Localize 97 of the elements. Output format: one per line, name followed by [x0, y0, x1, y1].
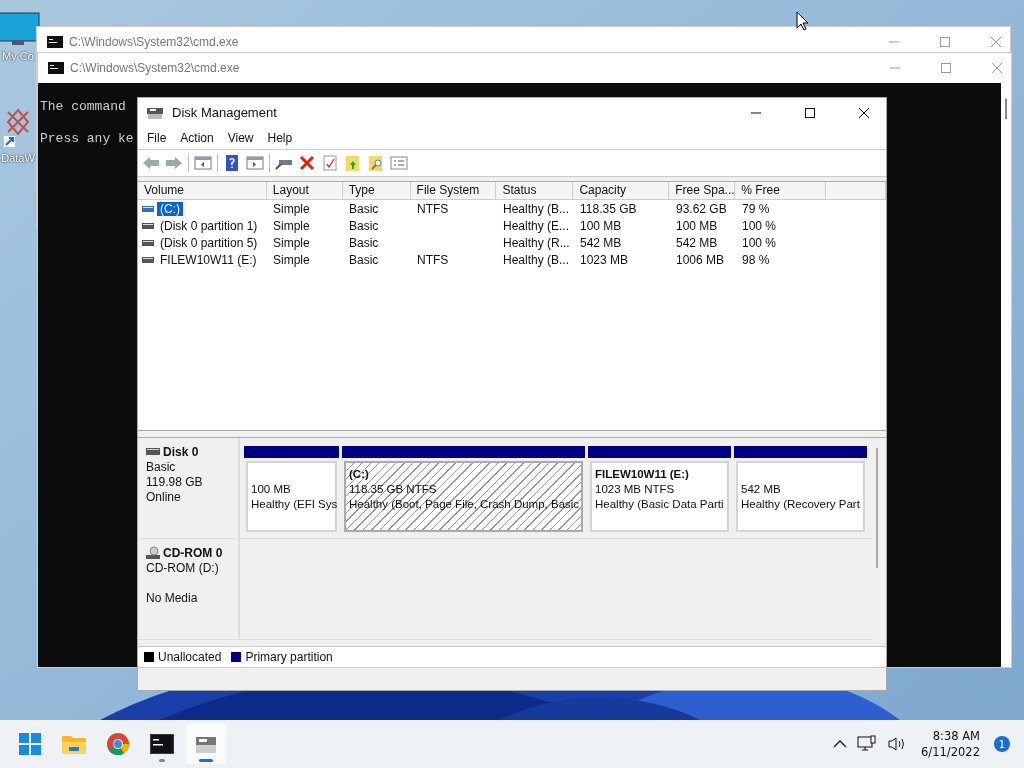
console-icon — [48, 62, 64, 74]
table-cell[interactable]: (Disk 0 partition 5) — [157, 235, 261, 250]
table-cell[interactable]: FILEW10W11 (E:) — [157, 252, 260, 267]
column-header[interactable]: Capacity — [573, 182, 670, 199]
panel-icon[interactable] — [246, 155, 264, 171]
table-cell: 93.62 GB — [676, 201, 727, 216]
legend-label: Unallocated — [158, 650, 222, 664]
partition-status: Healthy (EFI Sys — [251, 498, 338, 510]
partition-size: 1023 MB NTFS — [595, 483, 675, 495]
table-cell: 100 MB — [676, 218, 718, 233]
partition-label: (C:) — [349, 468, 369, 480]
back-arrow-icon[interactable] — [142, 155, 160, 171]
partition-status: Healthy (Basic Data Parti — [595, 498, 724, 510]
column-header[interactable]: File System — [410, 182, 497, 199]
table-cell: 100 % — [742, 218, 777, 233]
clock-time: 8:38 AM — [932, 728, 980, 744]
table-cell: 100 MB — [580, 218, 622, 233]
partition-label: FILEW10W11 (E:) — [595, 468, 689, 480]
menu-item[interactable]: Action — [173, 131, 221, 145]
table-cell: 542 MB — [580, 235, 622, 250]
console-line: The command — [40, 99, 126, 114]
browser-icon[interactable] — [106, 732, 130, 756]
disk-name: CD-ROM 0 — [163, 546, 223, 560]
monitor-icon[interactable] — [0, 12, 40, 46]
menu-item[interactable]: File — [140, 131, 174, 145]
table-cell: Basic — [349, 201, 379, 216]
drive-icon — [146, 105, 164, 120]
partition-size: 100 MB — [251, 483, 291, 495]
column-header[interactable]: Type — [342, 182, 411, 199]
table-cell: Healthy (E... — [503, 218, 570, 233]
table-cell: 118.35 GB — [580, 201, 637, 216]
console-icon[interactable] — [150, 734, 174, 754]
volume-icon — [142, 205, 154, 212]
window-title: C:\Windows\System32\cmd.exe — [69, 35, 239, 49]
menu-item[interactable]: View — [220, 131, 261, 145]
table-cell: 79 % — [742, 201, 770, 216]
volume-icon — [142, 239, 154, 246]
disk-detail: No Media — [146, 591, 198, 605]
notification-badge[interactable]: 1 — [994, 736, 1010, 752]
disc-drive-icon — [146, 546, 160, 560]
network-icon[interactable] — [857, 735, 878, 753]
table-cell: 100 % — [742, 235, 777, 250]
table-cell: Healthy (R... — [503, 235, 570, 250]
disk-detail: Online — [146, 490, 181, 504]
disk-detail: CD-ROM (D:) — [146, 561, 219, 575]
table-cell: Simple — [273, 218, 310, 233]
checklist-icon[interactable] — [321, 155, 339, 171]
table-cell[interactable]: (Disk 0 partition 1) — [157, 218, 261, 233]
table-cell: 1023 MB — [580, 252, 629, 267]
table-cell: Simple — [273, 235, 310, 250]
volume-icon — [142, 256, 154, 263]
table-cell: Basic — [349, 252, 379, 267]
disk-detail: Basic — [146, 460, 176, 474]
list-icon[interactable] — [390, 155, 408, 171]
column-header[interactable]: Layout — [266, 182, 343, 199]
legend-label: Primary partition — [245, 650, 333, 664]
maximize-icon[interactable] — [804, 106, 816, 119]
console-line: Press any ke — [40, 131, 134, 146]
disk-detail: 119.98 GB — [146, 475, 203, 489]
drive-icon — [146, 448, 160, 456]
chevron-up-icon[interactable] — [833, 739, 848, 749]
disk-name: Disk 0 — [163, 445, 199, 459]
console-icon — [47, 36, 63, 48]
table-cell: 542 MB — [676, 235, 718, 250]
volume-icon — [142, 222, 154, 229]
folder-icon[interactable] — [61, 733, 87, 755]
column-header[interactable]: Status — [496, 182, 574, 199]
clock-date: 6/11/2022 — [921, 744, 980, 760]
window-title: Disk Management — [172, 105, 277, 120]
table-cell: Basic — [349, 235, 379, 250]
table-cell[interactable]: (C:) — [157, 201, 183, 216]
column-header[interactable]: % Free — [735, 182, 827, 199]
table-cell: Simple — [273, 252, 310, 267]
partition-size: 118.35 GB NTFS — [349, 483, 437, 495]
table-cell: NTFS — [417, 201, 449, 216]
close-icon[interactable] — [858, 106, 870, 119]
table-cell: Simple — [273, 201, 310, 216]
menu-item[interactable]: Help — [260, 131, 300, 145]
partition-status: Healthy (Recovery Part — [741, 498, 860, 510]
partition-status: Healthy (Boot, Page File, Crash Dump, Basic — [349, 498, 580, 510]
table-cell: 1006 MB — [676, 252, 725, 267]
help-icon[interactable] — [223, 155, 241, 171]
window-title: C:\Windows\System32\cmd.exe — [70, 61, 240, 75]
partition-size: 542 MB — [741, 483, 781, 495]
table-cell: Healthy (B... — [503, 252, 570, 267]
clock[interactable]: 8:38 AM 6/11/2022 — [921, 728, 980, 760]
column-header[interactable]: Volume — [138, 182, 267, 199]
table-cell: 98 % — [742, 252, 770, 267]
panel-icon[interactable] — [194, 155, 212, 171]
table-cell: NTFS — [417, 252, 449, 267]
column-header[interactable]: Free Spa... — [669, 182, 736, 199]
start-icon[interactable] — [19, 733, 41, 755]
table-cell: Healthy (B... — [503, 201, 570, 216]
folder-search-icon[interactable] — [367, 155, 385, 171]
table-cell: Basic — [349, 218, 379, 233]
forward-arrow-icon[interactable] — [165, 155, 183, 171]
delete-icon[interactable] — [298, 155, 316, 171]
